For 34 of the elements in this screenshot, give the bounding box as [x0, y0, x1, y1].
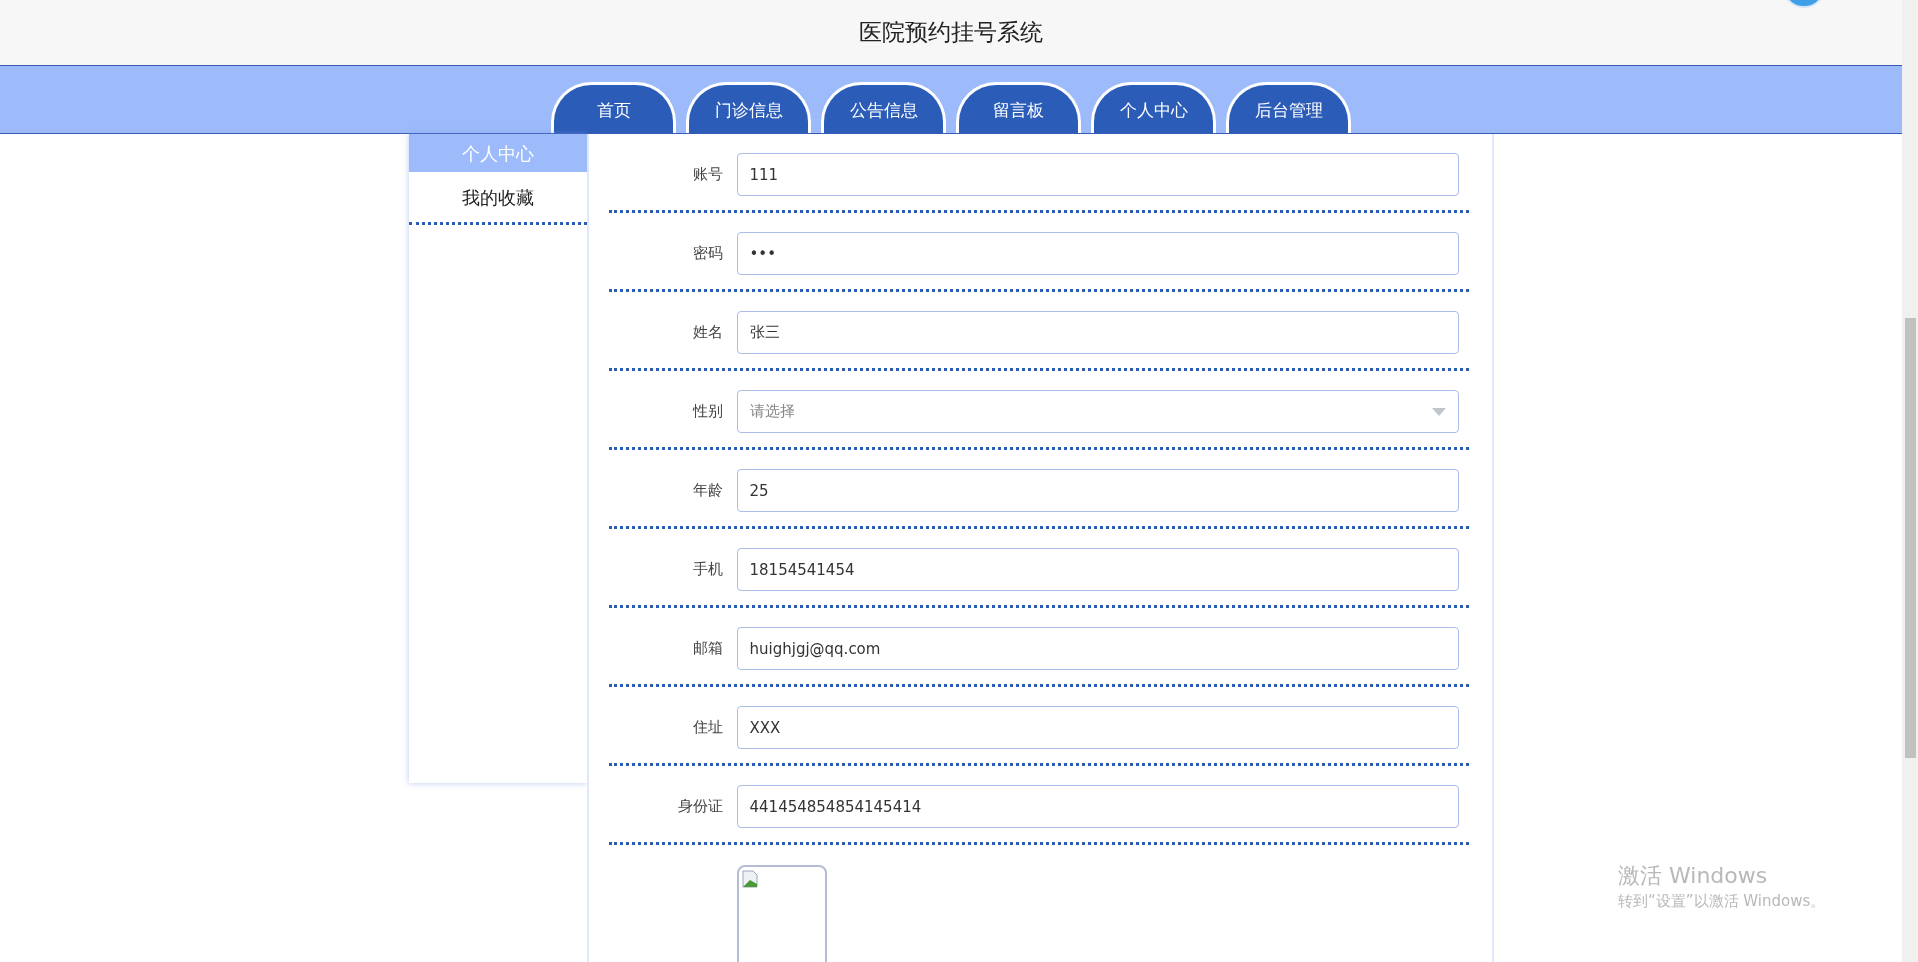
input-field[interactable]: XXX [736, 706, 1459, 749]
nav-tab[interactable]: 个人中心 [1091, 82, 1216, 133]
image-upload-box[interactable] [736, 865, 827, 962]
broken-image-icon [741, 870, 758, 888]
nav-tab[interactable]: 后台管理 [1226, 82, 1351, 133]
nav-tab[interactable]: 留言板 [956, 82, 1081, 133]
nav-tab[interactable]: 公告信息 [821, 82, 946, 133]
field-label: 账号 [692, 164, 723, 186]
scrollbar-thumb[interactable] [1905, 318, 1916, 758]
input-field[interactable]: huighjgj@qq.com [736, 627, 1459, 670]
field-label: 邮箱 [692, 638, 723, 660]
nav-tab[interactable]: 门诊信息 [686, 82, 811, 133]
field-label: 住址 [692, 717, 723, 739]
dropdown-caret-icon [1431, 407, 1446, 416]
input-field[interactable]: 441454854854145414 [736, 785, 1459, 828]
nav-tab[interactable]: 首页 [551, 82, 676, 133]
activation-title: 激活 Windows [1618, 862, 1769, 890]
input-field[interactable]: 张三 [736, 311, 1459, 354]
select-field[interactable]: 请选择 [736, 390, 1459, 433]
field-label: 年龄 [692, 480, 723, 502]
input-field[interactable]: ••• [736, 232, 1459, 275]
field-label: 密码 [692, 243, 723, 265]
input-field[interactable]: 111 [736, 153, 1459, 196]
scrollbar[interactable] [1902, 0, 1918, 962]
select-placeholder: 请选择 [749, 401, 795, 423]
activation-subtitle: 转到“设置”以激活 Windows。 [1618, 890, 1826, 912]
site-title: 医院预约挂号系统 [859, 18, 1043, 48]
field-label: 手机 [692, 559, 723, 581]
input-field[interactable]: 18154541454 [736, 548, 1459, 591]
field-label: 性别 [692, 401, 723, 423]
input-field[interactable]: 25 [736, 469, 1459, 512]
sidebar-item[interactable]: 我的收藏 [408, 172, 587, 222]
field-label: 身份证 [677, 796, 723, 818]
field-label: 姓名 [692, 322, 723, 344]
